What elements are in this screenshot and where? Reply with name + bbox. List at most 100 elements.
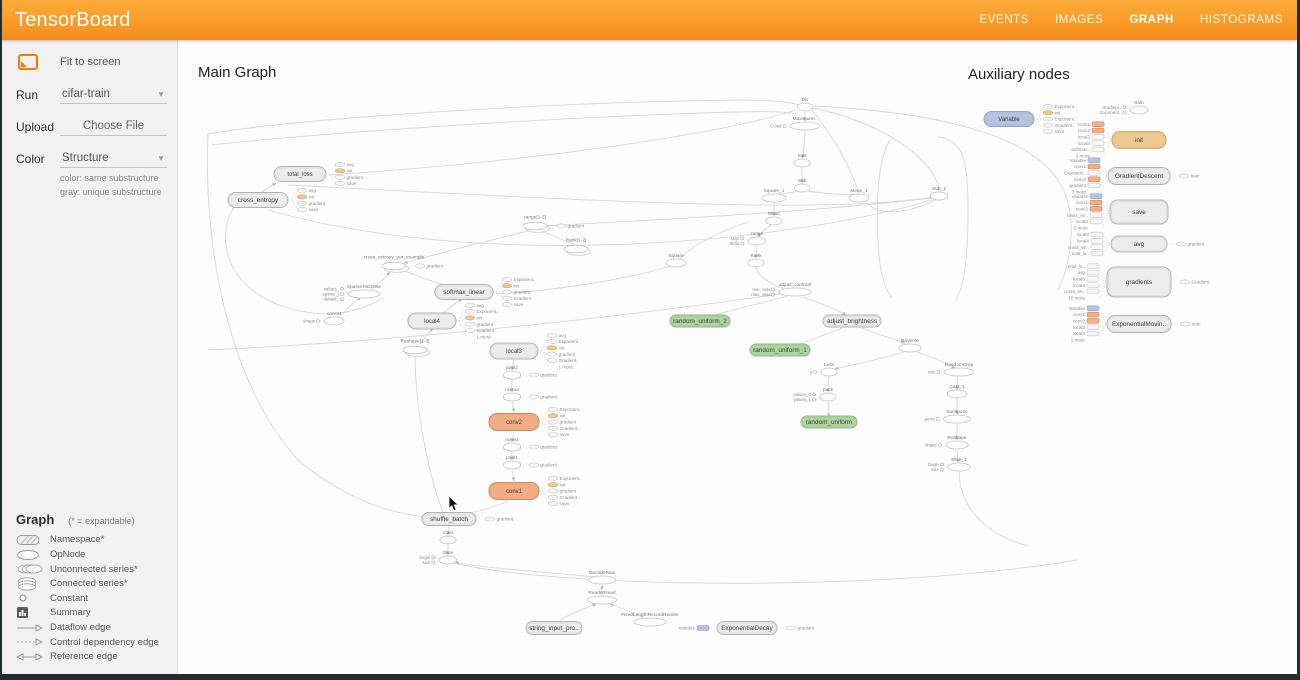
- svg-text:1 more: 1 more: [1071, 337, 1086, 342]
- run-value: cifar-train: [62, 88, 110, 100]
- norm2-node[interactable]: norm2gradient: [503, 387, 557, 401]
- FixedLengthRecordReader-node[interactable]: FixedLengthRecordReader: [621, 612, 679, 626]
- Rank-node[interactable]: Rank: [748, 253, 764, 267]
- graph-canvas[interactable]: total_lossavginitgradientsavecross_entro…: [178, 40, 1297, 674]
- range-node[interactable]: rangestartdelta: [730, 231, 766, 246]
- fit-to-screen-icon: [18, 54, 38, 70]
- legend-item: Summary: [16, 606, 177, 621]
- Variable-node[interactable]: VariableExponent..initExponent..Gradient…: [984, 104, 1076, 134]
- svg-text:conv2: conv2: [1073, 318, 1086, 323]
- local4-node[interactable]: local4avgExponent..initgradientGradient.…: [408, 303, 498, 340]
- Mean_1-node[interactable]: Mean_1: [849, 188, 869, 202]
- svg-text:avg: avg: [559, 333, 567, 338]
- svg-text:RandomCrop: RandomCrop: [945, 362, 974, 368]
- conv1-node[interactable]: conv1Exponent..initgradientGradient..sav…: [489, 476, 581, 506]
- color-value: Structure: [62, 152, 109, 164]
- svg-text:conv2: conv2: [1076, 206, 1089, 211]
- GradientDescent-node[interactable]: GradientDescentVariableconv1Exponent..co…: [1064, 158, 1200, 195]
- random_uniform-node[interactable]: random_uniform: [801, 416, 857, 428]
- Div-node[interactable]: Div: [797, 97, 813, 111]
- svg-text:local4: local4: [1073, 283, 1085, 288]
- svg-text:size: size: [931, 467, 939, 472]
- choose-file-button[interactable]: Choose File: [60, 118, 167, 136]
- ReaderRead-node[interactable]: ReaderRead: [588, 590, 617, 604]
- range[1-3]-node[interactable]: range[1-3]gradient: [523, 215, 585, 233]
- ExponentialDecay-node[interactable]: ExponentialDecayVariablegradient: [678, 622, 814, 635]
- Rank[1-2]-node[interactable]: Rank[1-2]: [564, 238, 591, 256]
- Reshape[1-3]-node[interactable]: Reshape[1-3]: [401, 339, 430, 357]
- nav-tab-images[interactable]: IMAGES: [1055, 14, 1103, 26]
- svg-text:local3: local3: [1078, 134, 1090, 139]
- init-node[interactable]: initconv1conv2local3local4softmax..3 mor…: [1071, 122, 1166, 159]
- local3-node[interactable]: local3avgExponent..initgradientGradient.…: [490, 333, 580, 370]
- svg-text:gradient: gradient: [1069, 183, 1086, 188]
- svg-text:cross_en..: cross_en..: [1064, 289, 1085, 294]
- svg-text:Reverse: Reverse: [901, 338, 919, 344]
- nav-tab-events[interactable]: EVENTS: [979, 14, 1029, 26]
- legend-item-label: OpNode: [50, 549, 85, 560]
- Sub_1-node[interactable]: Sub_1: [930, 186, 948, 200]
- nav-tab-graph[interactable]: GRAPH: [1129, 14, 1174, 26]
- control-dependency-edge-icon: [16, 637, 50, 647]
- svg-text:Square: Square: [668, 253, 684, 259]
- svg-text:init: init: [560, 482, 567, 487]
- Less-node[interactable]: Lessy: [810, 362, 837, 376]
- Square_1-node[interactable]: Square_1: [762, 188, 786, 202]
- svg-text:save: save: [1132, 209, 1146, 216]
- svg-text:avg: avg: [1078, 270, 1086, 275]
- SparseToDense-node[interactable]: SparseToDensevalues_sparse_idefault_: [322, 284, 381, 302]
- shuffle_batch-node[interactable]: shuffle_batchgradient: [422, 513, 514, 526]
- run-select[interactable]: cifar-train ▼: [60, 86, 167, 104]
- svg-text:save: save: [309, 207, 319, 212]
- legend-item-label: Control dependency edge: [50, 637, 159, 648]
- Cast-node[interactable]: Cast: [440, 530, 456, 544]
- legend-item-label: Namespace*: [50, 534, 104, 545]
- total_loss-node[interactable]: total_lossavginitgradientsave: [274, 162, 364, 186]
- Slice_1-node[interactable]: Slice_1beginsize: [928, 457, 970, 472]
- constant-icon: [16, 593, 50, 603]
- Mean-node[interactable]: Mean: [766, 211, 782, 225]
- DecodeRaw-node[interactable]: DecodeRaw: [589, 570, 616, 584]
- svg-text:conv1: conv1: [1074, 164, 1087, 169]
- softmax_linear-node[interactable]: softmax_linearExponent..initgradientGrad…: [435, 277, 535, 307]
- legend-item: Connected series*: [16, 576, 177, 591]
- transpose-node[interactable]: transposeperm: [925, 409, 971, 423]
- norm1-node[interactable]: norm1gradient: [503, 437, 557, 451]
- Reshape-node[interactable]: Reshapeshape: [925, 435, 968, 449]
- random_uniform_2-node[interactable]: random_uniform_2: [670, 315, 730, 327]
- color-select[interactable]: Structure ▼: [60, 150, 167, 168]
- Sqrt-node[interactable]: Sqrt: [794, 153, 810, 167]
- Sub-node[interactable]: Sub: [794, 178, 810, 192]
- adjust_contrast-node[interactable]: adjust_contrastmin_valumax_valu: [751, 282, 812, 297]
- svg-text:init: init: [560, 413, 567, 418]
- MaximumI..-node[interactable]: MaximumI..Const: [770, 116, 819, 130]
- pool1-node[interactable]: pool1gradient: [503, 455, 557, 469]
- svg-text:train: train: [1134, 100, 1144, 106]
- Reverse-node[interactable]: Reverse: [899, 338, 921, 352]
- svg-text:gradient: gradient: [477, 322, 494, 327]
- conv2-node[interactable]: conv2Exponent..initgradientGradient..sav…: [489, 407, 581, 437]
- train-node[interactable]: trainGradient..Exponent..: [1100, 100, 1148, 115]
- cross_entropy_per_example-node[interactable]: cross_entropy_per_examplegradient: [364, 255, 444, 273]
- svg-text:shape: shape: [303, 319, 316, 324]
- avg-node[interactable]: avglocal3local4cross_en..total_lo..gradi…: [1068, 232, 1205, 256]
- svg-text:Exponent..: Exponent..: [1055, 104, 1077, 109]
- save-node[interactable]: saveVariableconv1conv2cross_en..local35 …: [1067, 194, 1168, 231]
- cross_entropy-node[interactable]: cross_entropyavginitgradientsave: [228, 188, 326, 212]
- Square-node[interactable]: Square: [666, 253, 686, 267]
- RandomCrop-node[interactable]: RandomCropsize: [928, 362, 974, 376]
- pack-node[interactable]: packvalues_0values_1: [793, 387, 836, 402]
- gradients-node[interactable]: gradientstotal_lo..avglocal3local4cross_…: [1064, 264, 1212, 301]
- nav-tab-histograms[interactable]: HISTOGRAMS: [1200, 14, 1283, 26]
- Cast_1-node[interactable]: Cast_1: [947, 384, 967, 398]
- legend-item: OpNode: [16, 547, 177, 562]
- fit-to-screen-button[interactable]: Fit to screen: [2, 50, 177, 74]
- legend-item-label: Summary: [50, 607, 91, 618]
- adjust_brightness-node[interactable]: adjust_brightness: [823, 315, 881, 327]
- string_input_pro..-node[interactable]: string_input_pro..: [526, 622, 582, 635]
- ExponentialMovin..-node[interactable]: ExponentialMovin..Variableconv1conv2loca…: [1068, 306, 1200, 343]
- random_uniform_1-node[interactable]: random_uniform_1: [750, 344, 810, 356]
- pool2-node[interactable]: pool2gradient: [503, 365, 557, 379]
- svg-text:Gradient..: Gradient..: [560, 495, 580, 500]
- Slice-node[interactable]: Slicebeginsize: [420, 550, 457, 565]
